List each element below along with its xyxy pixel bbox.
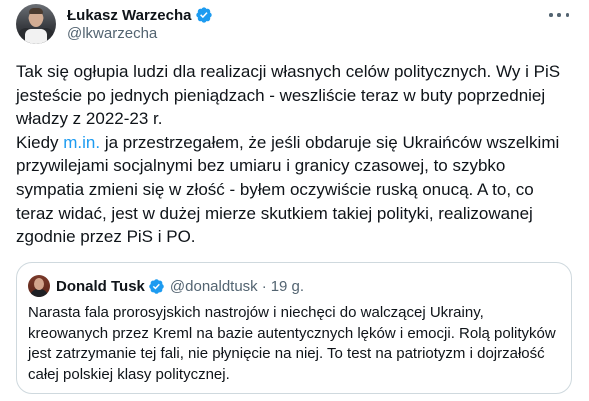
quoted-timestamp[interactable]: 19 g. [271, 278, 304, 295]
quoted-line: Narasta fala prorosyjskich nastrojów i n… [28, 304, 484, 321]
tweet-line: zgodnie przez PiS i PO. [16, 227, 196, 247]
tweet-line-with-link: Kiedy m.in. ja przestrzegałem, że jeśli … [16, 131, 571, 155]
quoted-line: całej polskiej klasy politycznej. [28, 365, 230, 383]
more-options-icon[interactable] [549, 12, 569, 18]
tweet-line: sympatia zmieni się w złość - byłem oczy… [16, 179, 534, 199]
avatar-shirt [25, 29, 47, 44]
tweet-line: Tak się ogłupia ludzi dla realizacji wła… [16, 62, 561, 81]
author-name-row: Łukasz Warzecha [67, 5, 213, 25]
quoted-avatar-face [34, 278, 44, 290]
tweet-line: władzy z 2022-23 r. [16, 109, 163, 129]
more-dot [549, 13, 553, 17]
tweet-text: Tak się ogłupia ludzi dla realizacji wła… [16, 60, 571, 249]
avatar[interactable] [16, 4, 56, 44]
quoted-tweet[interactable]: Donald Tusk @donaldtusk · 19 g. Narasta … [16, 262, 572, 394]
quoted-line: jest zatrzymanie tej fali, nie płynięcie… [28, 345, 545, 362]
quoted-display-name[interactable]: Donald Tusk [56, 278, 145, 295]
tweet-link[interactable]: m.in. [63, 133, 100, 152]
tweet-line-prefix: Kiedy [16, 132, 64, 152]
tweet-line-suffix: ja przestrzegałem, że jeśli obdaruje się… [100, 132, 560, 152]
more-dot [565, 13, 569, 17]
verified-badge-icon[interactable] [195, 6, 213, 24]
tweet-card[interactable]: Łukasz Warzecha @lkwarzecha Tak się ogłu… [0, 0, 589, 401]
quoted-handle: @donaldtusk [169, 277, 258, 295]
quoted-text: Narasta fala prorosyjskich nastrojów i n… [28, 303, 563, 385]
quoted-avatar-body [30, 289, 48, 297]
quoted-line: kreowanych przez Kreml na bazie autentyc… [28, 324, 556, 342]
author-display-name[interactable]: Łukasz Warzecha [67, 7, 192, 24]
more-dot [557, 13, 561, 17]
quoted-avatar[interactable] [28, 275, 50, 297]
tweet-line: jesteście po jednych pieniądzach - weszl… [16, 85, 546, 105]
avatar-hair [29, 8, 43, 14]
tweet-line: przywilejami socjalnymi bez umiaru i gra… [16, 156, 506, 176]
quoted-separator: · [261, 277, 267, 295]
verified-badge-icon [148, 278, 165, 295]
tweet-line: teraz widać, jest w dużej mierze skutkie… [16, 203, 533, 223]
author-handle[interactable]: @lkwarzecha [67, 25, 157, 42]
quoted-header: Donald Tusk @donaldtusk · 19 g. [56, 276, 304, 296]
